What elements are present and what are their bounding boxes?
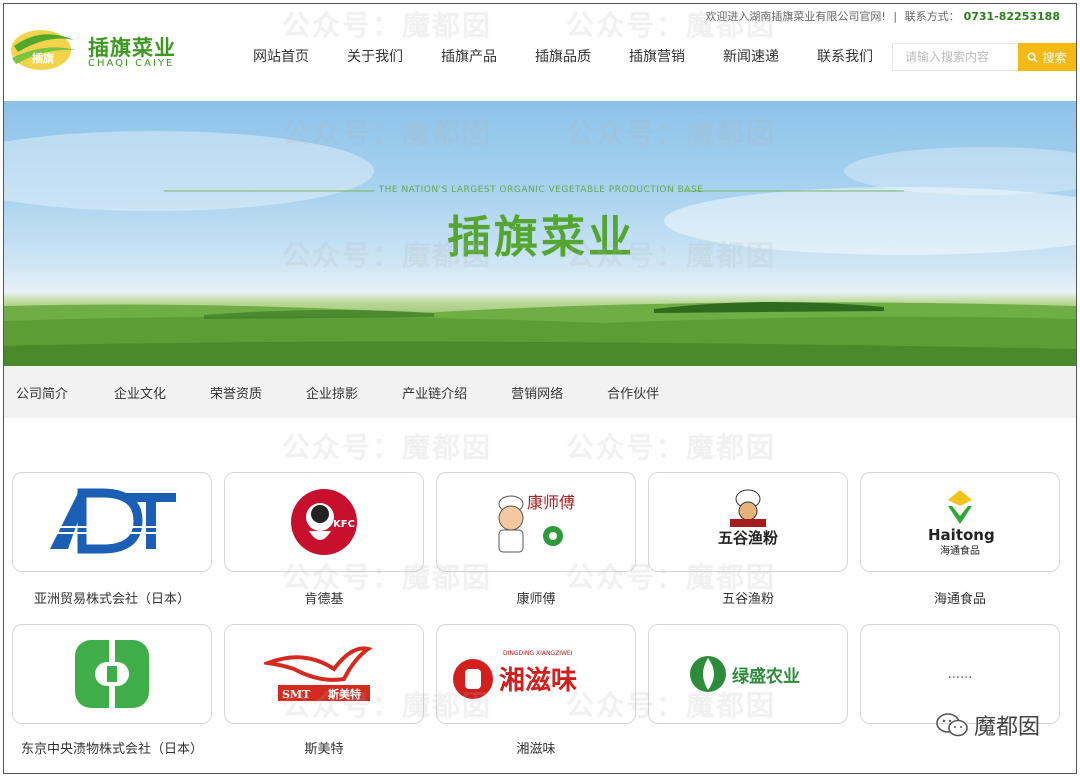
partner-name: 斯美特: [304, 742, 344, 757]
nav-marketing[interactable]: 插旗营销: [610, 46, 704, 66]
partner-name: 海通食品: [933, 592, 986, 607]
logo-mark-icon: 插旗: [11, 30, 76, 70]
partner-name: 肯德基: [304, 592, 344, 607]
main-nav: 网站首页 关于我们 插旗产品 插旗品质 插旗营销 新闻速递 联系我们: [234, 46, 892, 66]
banner-title: 插旗菜业: [447, 212, 635, 263]
haitong-logo-text: Haitong: [928, 526, 995, 544]
partner-card-kangshifu[interactable]: 康师傅: [436, 472, 636, 572]
subnav-partners[interactable]: 合作伙伴: [607, 383, 659, 402]
partner-card-adt[interactable]: [12, 472, 212, 572]
xiangziwei-logo-icon: DINGDING XIANGZIWEI 湘滋味: [453, 650, 577, 699]
subnav-company-profile[interactable]: 公司简介: [16, 383, 68, 402]
search-box: 搜索: [892, 43, 1076, 71]
smt-logo-subtext: 斯美特: [328, 687, 361, 701]
xiangziwei-logo-subtext: DINGDING XIANGZIWEI: [503, 650, 573, 657]
search-icon: [1028, 52, 1039, 63]
wuguyufen-logo-text: 五谷渔粉: [718, 529, 778, 547]
tokyo-chuo-logo-icon: [75, 640, 149, 708]
nav-home[interactable]: 网站首页: [234, 46, 328, 66]
logo-mark-text: 插旗: [32, 51, 54, 65]
partner-card-haitong[interactable]: Haitong 海通食品: [860, 472, 1060, 572]
site-logo[interactable]: 插旗 插旗菜业 CHAQI CAIYE: [8, 22, 188, 80]
subnav-sales-network[interactable]: 营销网络: [511, 383, 563, 402]
wechat-icon: [936, 713, 968, 737]
lvsheng-logo-icon: 绿盛农业: [690, 656, 800, 692]
partner-card-kfc[interactable]: KFC: [224, 472, 424, 572]
partner-card-tokyo-chuo[interactable]: [12, 624, 212, 724]
hero-banner: THE NATION'S LARGEST ORGANIC VEGETABLE P…: [4, 101, 1076, 366]
subnav-industry-chain[interactable]: 产业链介绍: [402, 383, 467, 402]
wechat-brand-text: 魔都囡: [973, 715, 1040, 740]
partner-name: 康师傅: [516, 592, 556, 607]
smt-logo-icon: SMT 斯美特: [264, 646, 373, 701]
search-button[interactable]: 搜索: [1018, 43, 1076, 71]
top-info-bar: 欢迎进入湖南插旗菜业有限公司官网! | 联系方式： 0731-82253188: [705, 8, 1060, 24]
haitong-logo-subtext: 海通食品: [940, 544, 980, 557]
adt-logo-icon: [42, 488, 182, 554]
nav-quality[interactable]: 插旗品质: [516, 46, 610, 66]
smt-logo-text: SMT: [282, 688, 311, 701]
nav-contact[interactable]: 联系我们: [798, 46, 892, 66]
search-input[interactable]: [892, 43, 1018, 71]
subnav-culture[interactable]: 企业文化: [114, 383, 166, 402]
sub-nav: 公司简介 企业文化 荣誉资质 企业掠影 产业链介绍 营销网络 合作伙伴: [4, 366, 1076, 418]
subnav-honors[interactable]: 荣誉资质: [210, 383, 262, 402]
partner-name: 五谷渔粉: [721, 592, 774, 607]
phone-number: 0731-82253188: [963, 10, 1060, 23]
nav-products[interactable]: 插旗产品: [422, 46, 516, 66]
kangshifu-logo-icon: 康师傅: [498, 493, 575, 553]
banner-subtitle: THE NATION'S LARGEST ORGANIC VEGETABLE P…: [378, 185, 704, 195]
watermark-text: 公众号：魔都囡: [282, 9, 493, 42]
more-ellipsis: ......: [947, 666, 973, 682]
partner-card-smt[interactable]: SMT 斯美特: [224, 624, 424, 724]
partner-card-lvsheng[interactable]: 绿盛农业: [648, 624, 848, 724]
partner-name: 亚洲贸易株式会社（日本）: [33, 592, 190, 607]
watermark-text: 公众号：魔都囡: [282, 431, 493, 464]
partner-card-wuguyufen[interactable]: 五谷渔粉: [648, 472, 848, 572]
contact-label: 联系方式：: [904, 10, 960, 23]
kfc-logo-text: KFC: [333, 519, 355, 530]
wechat-watermark: 魔都囡: [936, 709, 1040, 741]
haitong-logo-icon: Haitong 海通食品: [928, 490, 995, 557]
welcome-text: 欢迎进入湖南插旗菜业有限公司官网!: [705, 10, 886, 23]
partner-name: 湘滋味: [516, 742, 556, 757]
logo-english-name: CHAQI CAIYE: [88, 58, 175, 69]
nav-news[interactable]: 新闻速递: [704, 46, 798, 66]
search-button-label: 搜索: [1042, 50, 1067, 65]
partner-card-xiangziwei[interactable]: DINGDING XIANGZIWEI 湘滋味: [436, 624, 636, 724]
watermark-text: 公众号：魔都囡: [566, 431, 777, 464]
wuguyufen-logo-icon: 五谷渔粉: [718, 489, 778, 547]
kangshifu-logo-text: 康师傅: [527, 493, 575, 512]
xiangziwei-logo-text: 湘滋味: [499, 665, 577, 696]
kfc-logo-icon: KFC: [291, 489, 357, 555]
partner-name: 东京中央渍物株式会社（日本）: [20, 742, 203, 757]
nav-about[interactable]: 关于我们: [328, 46, 422, 66]
page-frame: 欢迎进入湖南插旗菜业有限公司官网! | 联系方式： 0731-82253188 插…: [3, 3, 1077, 774]
separator: |: [893, 10, 898, 23]
subnav-gallery[interactable]: 企业掠影: [306, 383, 358, 402]
lvsheng-logo-text: 绿盛农业: [732, 666, 800, 687]
